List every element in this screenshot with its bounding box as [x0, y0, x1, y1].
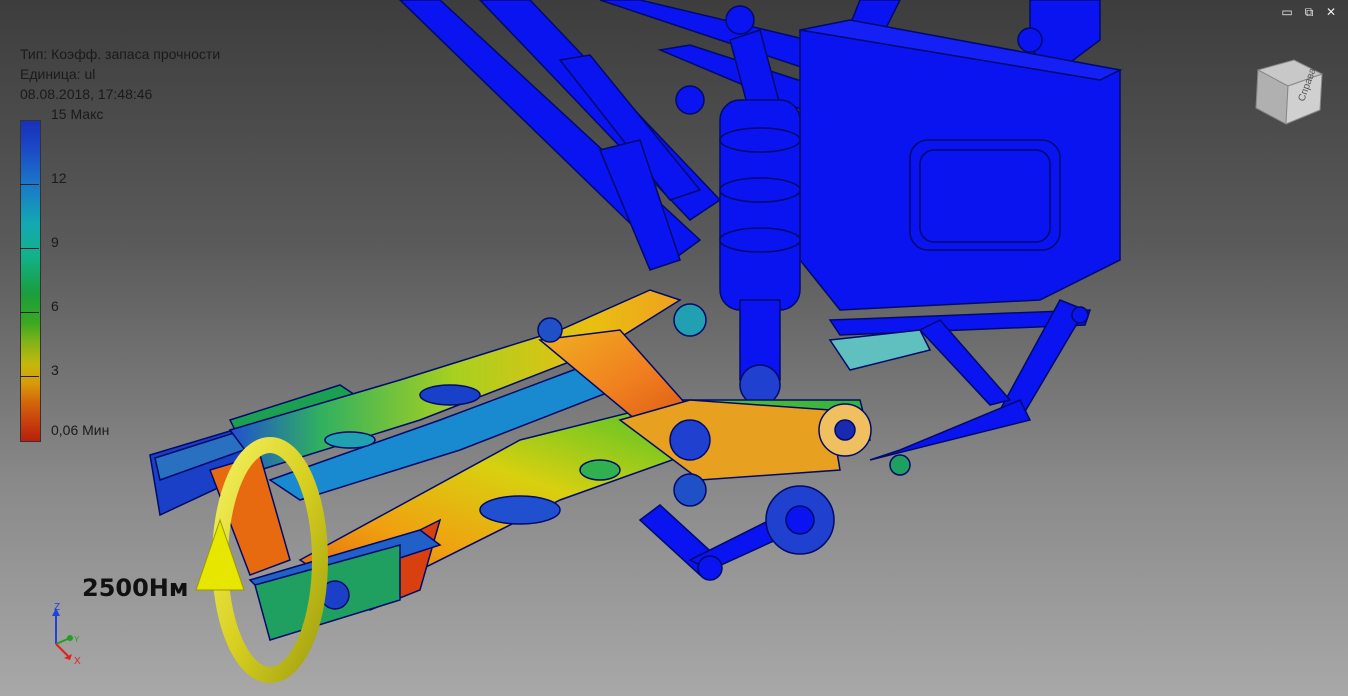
housing-box	[799, 19, 1123, 311]
restore-button[interactable]: ⧉	[1300, 4, 1318, 20]
legend-tick	[20, 248, 39, 249]
result-info: Тип: Коэфф. запаса прочности Единица: ul…	[20, 44, 220, 104]
legend-tick-label: 6	[51, 298, 59, 314]
axis-z-label: Z	[54, 602, 60, 613]
axis-y-label: Y	[74, 635, 80, 644]
axis-triad: Z Y X	[44, 598, 94, 673]
shock-absorber	[719, 99, 801, 406]
result-timestamp: 08.08.2018, 17:48:46	[20, 86, 153, 102]
model-viewport[interactable]: Тип: Коэфф. запаса прочности Единица: ul…	[0, 0, 1348, 696]
legend-tick	[20, 312, 39, 313]
legend-tick-label: 3	[51, 362, 59, 378]
window-controls: ▭ ⧉ ✕	[1278, 4, 1340, 20]
legend-tick	[20, 184, 39, 185]
viewcube-icon[interactable]: Справа	[1250, 52, 1326, 133]
torque-label: 2500Нм	[82, 574, 189, 602]
result-unit-label: Единица: ul	[20, 66, 96, 82]
legend-max-label: 15 Макс	[51, 106, 104, 122]
legend-color-bar	[20, 120, 41, 442]
legend-tick-label: 9	[51, 234, 59, 250]
legend-tick	[20, 376, 39, 377]
result-type-label: Тип: Коэфф. запаса прочности	[20, 46, 221, 62]
axis-x-label: X	[74, 656, 81, 667]
fea-model-render[interactable]	[0, 0, 1348, 696]
legend-tick-label: 12	[51, 170, 67, 186]
minimize-button[interactable]: ▭	[1278, 4, 1296, 20]
close-button[interactable]: ✕	[1322, 4, 1340, 20]
legend-min-label: 0,06 Мин	[51, 422, 110, 438]
